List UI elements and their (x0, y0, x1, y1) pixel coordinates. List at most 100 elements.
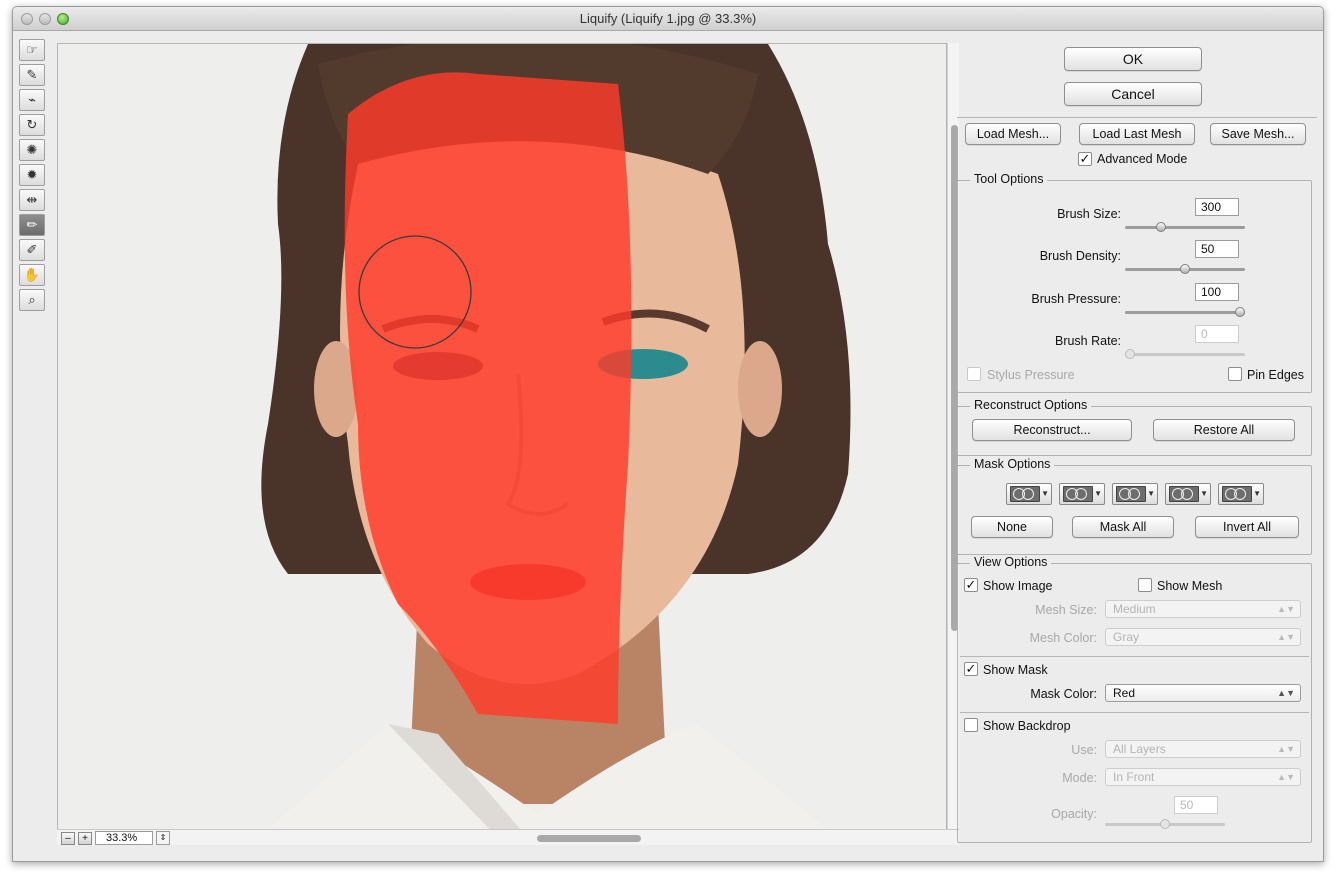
show-image-checkbox[interactable]: ✓ (964, 578, 978, 592)
invert-all-button[interactable]: Invert All (1195, 516, 1299, 538)
brush-pressure-slider-thumb[interactable] (1235, 307, 1245, 317)
show-backdrop-label: Show Backdrop (983, 719, 1071, 733)
show-mask-checkbox[interactable]: ✓ (964, 662, 978, 676)
bloat-tool[interactable]: ✹ (19, 164, 45, 186)
smooth-icon: ⌁ (28, 92, 36, 107)
zoom-icon: ⌕ (28, 292, 36, 307)
forward-warp-tool[interactable]: ☞ (19, 39, 45, 61)
restore-all-button[interactable]: Restore All (1153, 419, 1295, 441)
brush-size-input[interactable]: 300 (1195, 198, 1239, 216)
select-arrows-icon: ▲▼ (1277, 632, 1295, 642)
stylus-pressure-label: Stylus Pressure (987, 368, 1075, 382)
view-options-legend: View Options (970, 555, 1052, 569)
brush-pressure-label: Brush Pressure: (1031, 292, 1121, 306)
window-title: Liquify (Liquify 1.jpg @ 33.3%) (579, 11, 757, 26)
pucker-tool[interactable]: ✺ (19, 139, 45, 161)
ok-button[interactable]: OK (1064, 47, 1202, 71)
advanced-mode-checkbox[interactable]: ✓ (1078, 152, 1092, 166)
freeze-mask-icon: ✏ (26, 217, 38, 232)
mask-options-group: Mask Options ▼ ▼ ▼ ▼ ▼ None Mask All Inv… (957, 457, 1312, 555)
pucker-icon: ✺ (26, 142, 38, 157)
smooth-tool[interactable]: ⌁ (19, 89, 45, 111)
backdrop-mode-value: In Front (1113, 770, 1155, 784)
mask-color-value: Red (1113, 686, 1136, 700)
bloat-icon: ✹ (26, 167, 38, 182)
show-mesh-label: Show Mesh (1157, 579, 1223, 593)
opacity-slider[interactable] (1105, 819, 1225, 829)
brush-size-label: Brush Size: (1057, 207, 1121, 221)
thaw-mask-tool[interactable]: ✐ (19, 239, 45, 261)
invert-selection-mask-button[interactable]: ▼ (1218, 483, 1264, 505)
freeze-mask-tool[interactable]: ✏ (19, 214, 45, 236)
hand-tool[interactable]: ✋ (19, 264, 45, 286)
mask-none-button[interactable]: None (971, 516, 1053, 538)
opacity-slider-thumb[interactable] (1160, 819, 1170, 829)
brush-pressure-input[interactable]: 100 (1195, 283, 1239, 301)
intersect-selection-mask-button[interactable]: ▼ (1165, 483, 1211, 505)
brush-density-label: Brush Density: (1039, 249, 1121, 263)
options-panel: OK Cancel Load Mesh... Load Last Mesh Sa… (957, 37, 1317, 857)
tool-palette: ☞ ✎ ⌁ ↻ ✺ ✹ ⇹ ✏ ✐ ✋ ⌕ (19, 39, 49, 314)
zoom-in-button[interactable]: + (78, 831, 92, 845)
zoom-out-button[interactable]: – (61, 831, 75, 845)
title-bar: Liquify (Liquify 1.jpg @ 33.3%) (13, 7, 1323, 31)
reconstruct-options-group: Reconstruct Options Reconstruct... Resto… (957, 398, 1312, 456)
zoom-controls: – + 33.3% ⇕ (61, 831, 170, 845)
portrait-image (58, 44, 946, 836)
show-image-label: Show Image (983, 579, 1053, 593)
pin-edges-label: Pin Edges (1247, 368, 1304, 382)
brush-density-slider-thumb[interactable] (1180, 264, 1190, 274)
brush-rate-slider-thumb[interactable] (1125, 349, 1135, 359)
backdrop-use-select[interactable]: All Layers ▲▼ (1105, 740, 1301, 758)
show-mask-label: Show Mask (983, 663, 1048, 677)
minimize-window-icon[interactable] (39, 13, 51, 25)
load-last-mesh-button[interactable]: Load Last Mesh (1079, 123, 1195, 145)
brush-size-slider-thumb[interactable] (1155, 222, 1166, 232)
brush-size-slider[interactable] (1125, 222, 1245, 232)
thaw-mask-icon: ✐ (26, 242, 38, 257)
save-mesh-button[interactable]: Save Mesh... (1210, 123, 1306, 145)
mask-color-select[interactable]: Red ▲▼ (1105, 684, 1301, 702)
pin-edges-checkbox[interactable] (1228, 367, 1242, 381)
show-backdrop-checkbox[interactable] (964, 718, 978, 732)
reconstruct-button[interactable]: Reconstruct... (972, 419, 1132, 441)
zoom-tool[interactable]: ⌕ (19, 289, 45, 311)
hand-icon: ✋ (23, 267, 41, 282)
show-mesh-checkbox[interactable] (1138, 578, 1152, 592)
reconstruct-options-legend: Reconstruct Options (970, 398, 1092, 412)
mask-color-label: Mask Color: (1030, 687, 1097, 701)
mask-all-button[interactable]: Mask All (1072, 516, 1174, 538)
mesh-size-value: Medium (1113, 602, 1156, 616)
mesh-size-select[interactable]: Medium ▲▼ (1105, 600, 1301, 618)
twirl-icon: ↻ (26, 117, 38, 132)
horizontal-scrollbar[interactable]: – + 33.3% ⇕ (57, 829, 959, 845)
load-mesh-button[interactable]: Load Mesh... (965, 123, 1061, 145)
zoom-level-field[interactable]: 33.3% (95, 831, 153, 845)
select-arrows-icon: ▲▼ (1277, 688, 1295, 698)
backdrop-mode-select[interactable]: In Front ▲▼ (1105, 768, 1301, 786)
push-left-tool[interactable]: ⇹ (19, 189, 45, 211)
add-to-selection-mask-button[interactable]: ▼ (1059, 483, 1105, 505)
replace-selection-mask-button[interactable]: ▼ (1006, 483, 1052, 505)
brush-rate-slider[interactable] (1125, 349, 1245, 359)
brush-density-slider[interactable] (1125, 264, 1245, 274)
mesh-color-select[interactable]: Gray ▲▼ (1105, 628, 1301, 646)
twirl-tool[interactable]: ↻ (19, 114, 45, 136)
brush-rate-input[interactable]: 0 (1195, 325, 1239, 343)
select-arrows-icon: ▲▼ (1277, 604, 1295, 614)
reconstruct-tool[interactable]: ✎ (19, 64, 45, 86)
zoom-window-icon[interactable] (57, 13, 69, 25)
mode-label: Mode: (1062, 771, 1097, 785)
mesh-color-value: Gray (1113, 630, 1140, 644)
preview-canvas[interactable] (57, 43, 947, 837)
push-left-icon: ⇹ (26, 192, 38, 207)
opacity-input[interactable]: 50 (1174, 796, 1218, 814)
select-arrows-icon: ▲▼ (1277, 772, 1295, 782)
close-window-icon[interactable] (21, 13, 33, 25)
subtract-from-selection-mask-button[interactable]: ▼ (1112, 483, 1158, 505)
stylus-pressure-checkbox[interactable] (967, 367, 981, 381)
zoom-level-stepper[interactable]: ⇕ (156, 831, 170, 845)
cancel-button[interactable]: Cancel (1064, 82, 1202, 106)
brush-density-input[interactable]: 50 (1195, 240, 1239, 258)
brush-pressure-slider[interactable] (1125, 307, 1245, 317)
